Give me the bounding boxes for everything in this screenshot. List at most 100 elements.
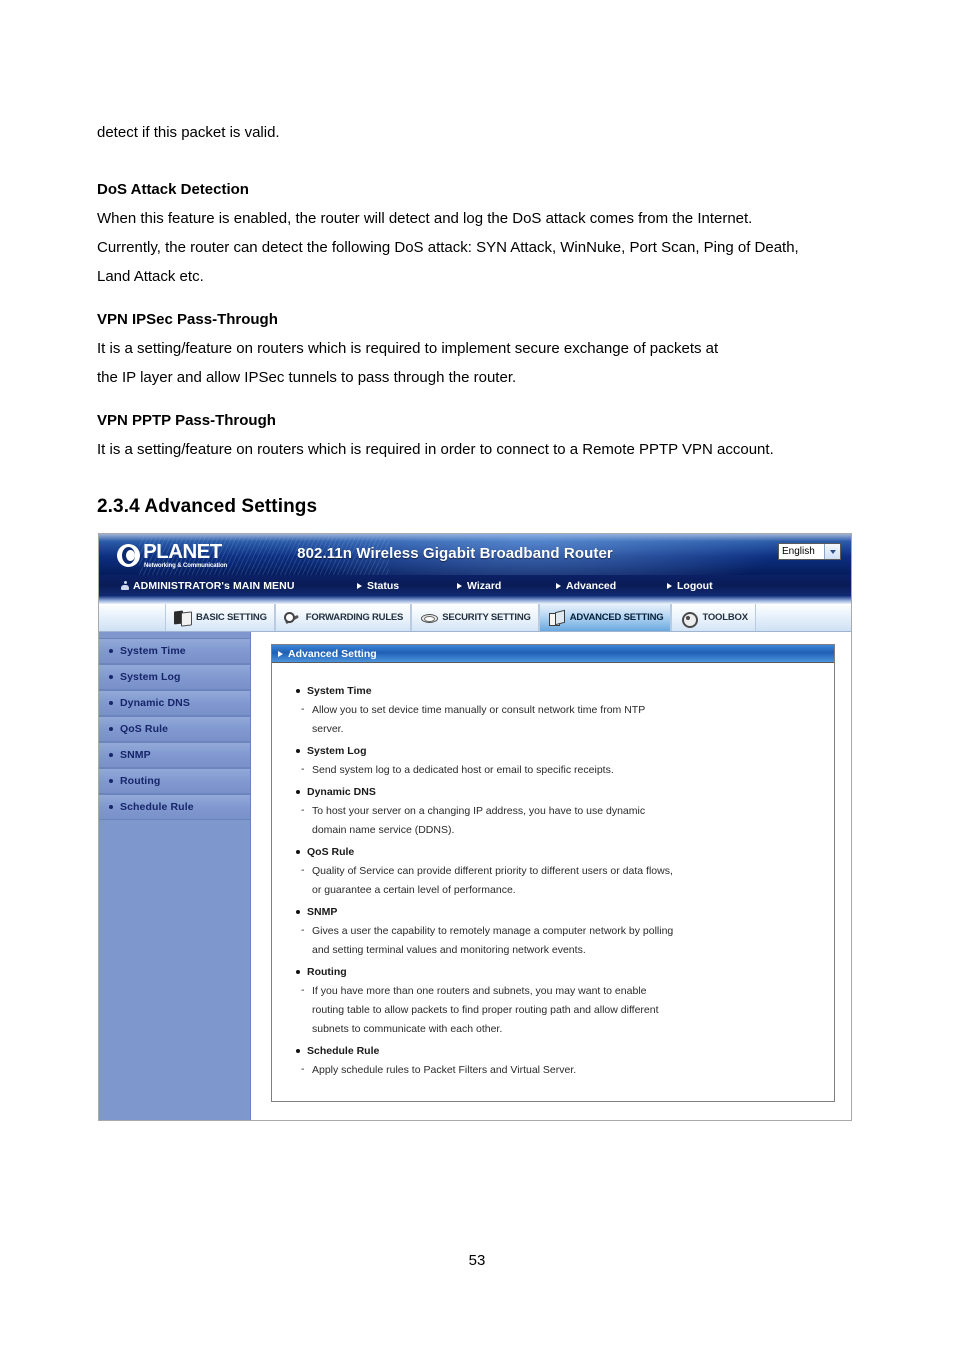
user-icon <box>121 581 129 590</box>
bullet-icon <box>109 805 113 809</box>
admin-main-menu-text: ADMINISTRATOR's MAIN MENU <box>133 579 295 592</box>
tab-label: SECURITY SETTING <box>442 612 531 623</box>
sidebar-item-label: System Time <box>120 645 186 657</box>
section-vpn-ipsec-pass-through: VPN IPSec Pass-Through It is a setting/f… <box>97 305 857 392</box>
bullet-icon <box>296 749 300 753</box>
feature-description: - To host your server on a changing IP a… <box>296 802 824 840</box>
sidebar-item-system-log[interactable]: System Log <box>99 664 250 690</box>
feature-dynamic-dns: Dynamic DNS - To host your server on a c… <box>296 782 824 840</box>
section-dos-attack-detection: DoS Attack Detection When this feature i… <box>97 175 857 291</box>
dash-icon: - <box>301 924 305 936</box>
sidebar-item-snmp[interactable]: SNMP <box>99 742 250 768</box>
sidebar-item-label: Schedule Rule <box>120 801 194 813</box>
advanced-setting-panel: Advanced Setting System Time - Allow you… <box>271 644 835 1102</box>
nav-item-label: Logout <box>677 579 713 592</box>
router-content-area: Advanced Setting System Time - Allow you… <box>251 632 851 1120</box>
router-nav-bar: ADMINISTRATOR's MAIN MENU Status Wizard … <box>99 575 851 596</box>
nav-item-label: Advanced <box>566 579 617 592</box>
feature-title: System Time <box>296 681 824 701</box>
section-paragraph: When this feature is enabled, the router… <box>97 204 857 291</box>
section-paragraph: It is a setting/feature on routers which… <box>97 334 857 392</box>
section-heading: DoS Attack Detection <box>97 181 249 198</box>
panel-title: Advanced Setting <box>288 647 377 660</box>
tab-label: ADVANCED SETTING <box>569 612 664 623</box>
tab-forwarding-rules[interactable]: FORWARDING RULES <box>274 604 412 631</box>
page-number: 53 <box>468 1252 486 1269</box>
feature-description: - Gives a user the capability to remotel… <box>296 922 824 960</box>
description-line: subnets to communicate with each other. <box>312 1023 503 1035</box>
tab-security-setting[interactable]: SECURITY SETTING <box>411 604 539 631</box>
description-line: Gives a user the capability to remotely … <box>312 925 674 937</box>
intro-paragraph: detect if this packet is valid. <box>97 124 280 141</box>
admin-main-menu-label: ADMINISTRATOR's MAIN MENU <box>121 580 295 592</box>
feature-name: Dynamic DNS <box>307 786 376 798</box>
nav-item-logout[interactable]: Logout <box>667 580 713 592</box>
bullet-icon <box>109 753 113 757</box>
feature-schedule-rule: Schedule Rule - Apply schedule rules to … <box>296 1041 824 1080</box>
feature-system-time: System Time - Allow you to set device ti… <box>296 681 824 739</box>
bullet-icon <box>296 1049 300 1053</box>
paragraph-line: the IP layer and allow IPSec tunnels to … <box>97 369 517 386</box>
chevron-down-icon[interactable] <box>824 544 840 559</box>
paragraph-line: It is a setting/feature on routers which… <box>97 441 774 458</box>
sidebar-item-label: QoS Rule <box>120 723 169 735</box>
sidebar-item-label: SNMP <box>120 749 151 761</box>
description-line: If you have more than one routers and su… <box>312 985 647 997</box>
tab-label: BASIC SETTING <box>196 612 267 623</box>
caret-right-icon <box>667 582 672 589</box>
nav-item-label: Status <box>367 579 400 592</box>
feature-title: System Log <box>296 741 824 761</box>
section-heading: VPN IPSec Pass-Through <box>97 311 278 328</box>
router-web-ui-screenshot: PLANET Networking & Communication 802.11… <box>98 533 852 1121</box>
dash-icon: - <box>301 1063 305 1075</box>
dash-icon: - <box>301 864 305 876</box>
nav-item-label: Wizard <box>467 579 502 592</box>
sidebar-item-dynamic-dns[interactable]: Dynamic DNS <box>99 690 250 716</box>
caret-right-icon <box>357 582 362 589</box>
sidebar-item-system-time[interactable]: System Time <box>99 638 250 664</box>
description-line: Quality of Service can provide different… <box>312 865 673 877</box>
feature-name: Routing <box>307 966 347 978</box>
feature-snmp: SNMP - Gives a user the capability to re… <box>296 902 824 960</box>
router-banner: PLANET Networking & Communication 802.11… <box>99 534 851 575</box>
bullet-icon <box>109 649 113 653</box>
banner-fade <box>99 596 851 604</box>
tab-label: TOOLBOX <box>702 612 748 623</box>
feature-name: System Log <box>307 745 367 757</box>
feature-description: - Quality of Service can provide differe… <box>296 862 824 900</box>
tab-toolbox[interactable]: TOOLBOX <box>671 604 756 631</box>
dash-icon: - <box>301 804 305 816</box>
brand-name: PLANET <box>143 541 222 563</box>
panel-header: Advanced Setting <box>272 645 834 663</box>
tab-advanced-setting[interactable]: ADVANCED SETTING <box>538 604 672 631</box>
sidebar-item-qos-rule[interactable]: QoS Rule <box>99 716 250 742</box>
language-select[interactable]: English <box>778 543 841 560</box>
dash-icon: - <box>301 763 305 775</box>
bullet-icon <box>296 790 300 794</box>
tab-basic-setting[interactable]: BASIC SETTING <box>165 604 275 631</box>
section-heading: VPN PPTP Pass-Through <box>97 412 276 429</box>
feature-description: - Send system log to a dedicated host or… <box>296 761 824 780</box>
tab-label: FORWARDING RULES <box>305 612 404 623</box>
caret-right-icon <box>278 650 283 657</box>
nav-item-advanced[interactable]: Advanced <box>556 580 616 592</box>
sidebar-item-routing[interactable]: Routing <box>99 768 250 794</box>
feature-title: Schedule Rule <box>296 1041 824 1061</box>
planet-logo: PLANET Networking & Communication <box>117 539 277 572</box>
sidebar-item-schedule-rule[interactable]: Schedule Rule <box>99 794 250 820</box>
sidebar-item-label: Routing <box>120 775 161 787</box>
description-line: routing table to allow packets to find p… <box>312 1004 659 1016</box>
nav-item-wizard[interactable]: Wizard <box>457 580 501 592</box>
description-line: and setting terminal values and monitori… <box>312 944 586 956</box>
nav-item-status[interactable]: Status <box>357 580 399 592</box>
feature-name: System Time <box>307 685 372 697</box>
page-title: 2.3.4 Advanced Settings <box>97 496 318 517</box>
bullet-icon <box>109 675 113 679</box>
bullet-icon <box>296 850 300 854</box>
paragraph-line: It is a setting/feature on routers which… <box>97 340 719 357</box>
bullet-icon <box>109 727 113 731</box>
feature-name: Schedule Rule <box>307 1045 380 1057</box>
section-paragraph: It is a setting/feature on routers which… <box>97 435 857 464</box>
feature-title: SNMP <box>296 902 824 922</box>
brand-tagline: Networking & Communication <box>144 563 228 569</box>
